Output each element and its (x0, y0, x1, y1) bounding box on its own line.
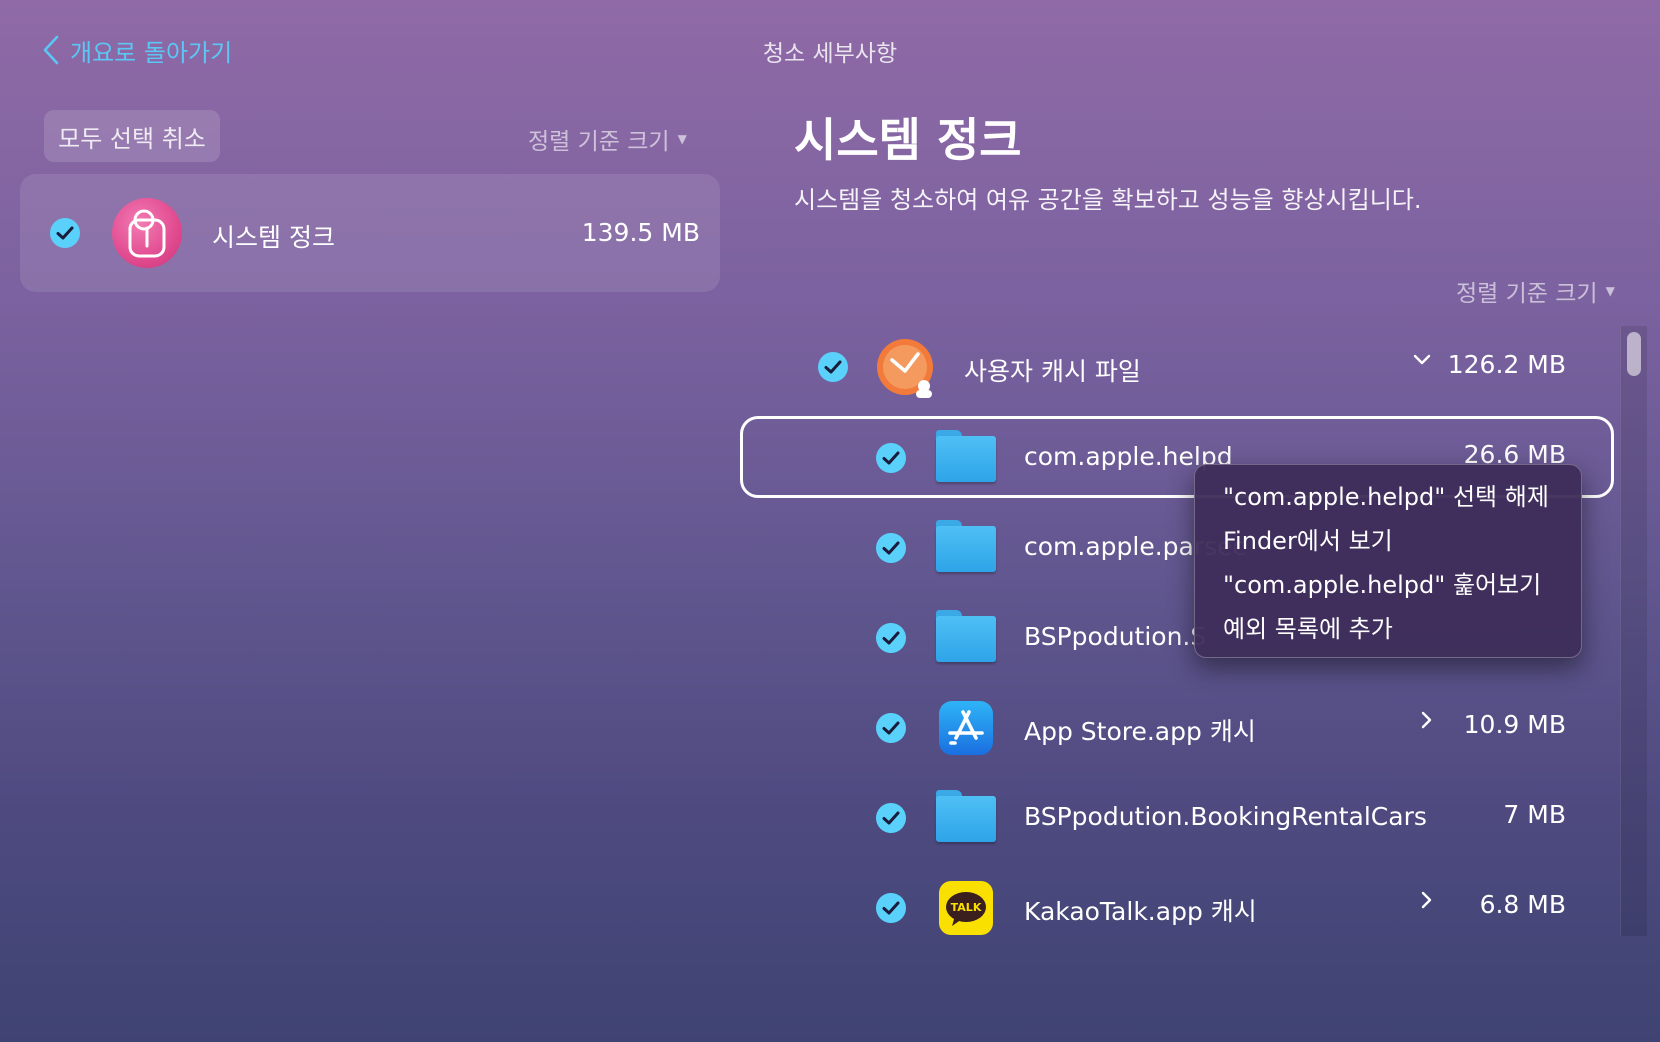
category-row-system-junk[interactable]: 시스템 정크 139.5 MB (20, 174, 720, 292)
checkmark-icon (882, 541, 900, 555)
item-checkbox[interactable] (818, 352, 848, 382)
category-size: 139.5 MB (581, 218, 700, 247)
menu-item-deselect[interactable]: "com.apple.helpd" 선택 해제 (1195, 475, 1581, 519)
trash-bin-icon (112, 198, 182, 268)
chevron-right-icon[interactable] (1420, 710, 1434, 736)
item-checkbox[interactable] (876, 893, 906, 923)
chevron-right-icon[interactable] (1420, 890, 1434, 916)
item-label: BSPpodution.BookingRentalCars (1024, 802, 1427, 831)
menu-item-quick-look[interactable]: "com.apple.helpd" 훑어보기 (1195, 563, 1581, 607)
menu-item-show-in-finder[interactable]: Finder에서 보기 (1195, 519, 1581, 563)
user-cache-icon (876, 338, 936, 398)
kakaotalk-icon: TALK (938, 880, 994, 936)
category-label: 시스템 정크 (212, 223, 335, 252)
right-sort-label: 정렬 기준 크기 (1456, 281, 1598, 307)
caret-down-icon: ▼ (677, 132, 687, 146)
deselect-all-button[interactable]: 모두 선택 취소 (44, 110, 220, 162)
item-label: App Store.app 캐시 (1024, 717, 1256, 746)
app-window: 개요로 돌아가기 청소 세부사항 모두 선택 취소 정렬 기준 크기 ▼ 시스템… (0, 0, 1660, 1042)
item-size: 126.2 MB (1447, 350, 1566, 379)
item-checkbox[interactable] (876, 713, 906, 743)
scroll-thumb[interactable] (1627, 332, 1641, 376)
item-size: 6.8 MB (1479, 890, 1566, 919)
item-checkbox[interactable] (876, 533, 906, 563)
page-title: 청소 세부사항 (762, 41, 898, 67)
item-label: KakaoTalk.app 캐시 (1024, 897, 1257, 926)
list-item-app-store-cache[interactable]: App Store.app 캐시 10.9 MB (760, 688, 1590, 768)
folder-icon (936, 790, 996, 844)
left-sort-dropdown[interactable]: 정렬 기준 크기 ▼ (528, 122, 687, 156)
checkmark-icon (882, 721, 900, 735)
talk-badge-text: TALK (951, 901, 982, 914)
section-title: 시스템 정크 (794, 113, 1022, 167)
context-menu: "com.apple.helpd" 선택 해제 Finder에서 보기 "com… (1194, 464, 1582, 658)
section-description: 시스템을 청소하여 여유 공간을 확보하고 성능을 향상시킵니다. (794, 186, 1422, 214)
folder-icon (936, 520, 996, 574)
item-size: 10.9 MB (1463, 710, 1566, 739)
item-checkbox[interactable] (876, 803, 906, 833)
list-item-user-cache[interactable]: 사용자 캐시 파일 126.2 MB (760, 328, 1590, 408)
item-label: BSPpodution.S (1024, 622, 1207, 651)
chevron-down-icon[interactable] (1412, 348, 1432, 373)
list-scrollbar[interactable] (1620, 326, 1647, 936)
item-label: 사용자 캐시 파일 (964, 357, 1141, 386)
folder-icon (936, 610, 996, 664)
checkmark-icon (882, 901, 900, 915)
checkmark-icon (824, 360, 842, 374)
category-checkbox[interactable] (50, 218, 80, 248)
right-sort-dropdown[interactable]: 정렬 기준 크기 ▼ (1456, 274, 1615, 308)
list-item-booking-rental-cars[interactable]: BSPpodution.BookingRentalCars 7 MB (760, 778, 1590, 858)
checkmark-icon (882, 631, 900, 645)
list-item-kakaotalk-cache[interactable]: TALK KakaoTalk.app 캐시 6.8 MB (760, 868, 1590, 948)
item-size: 7 MB (1503, 800, 1566, 829)
checkmark-icon (882, 811, 900, 825)
menu-item-add-to-exclusions[interactable]: 예외 목록에 추가 (1195, 607, 1581, 651)
caret-down-icon: ▼ (1605, 284, 1615, 298)
checkmark-icon (56, 226, 74, 240)
app-store-icon (938, 700, 994, 756)
item-checkbox[interactable] (876, 623, 906, 653)
left-sort-label: 정렬 기준 크기 (528, 129, 670, 155)
